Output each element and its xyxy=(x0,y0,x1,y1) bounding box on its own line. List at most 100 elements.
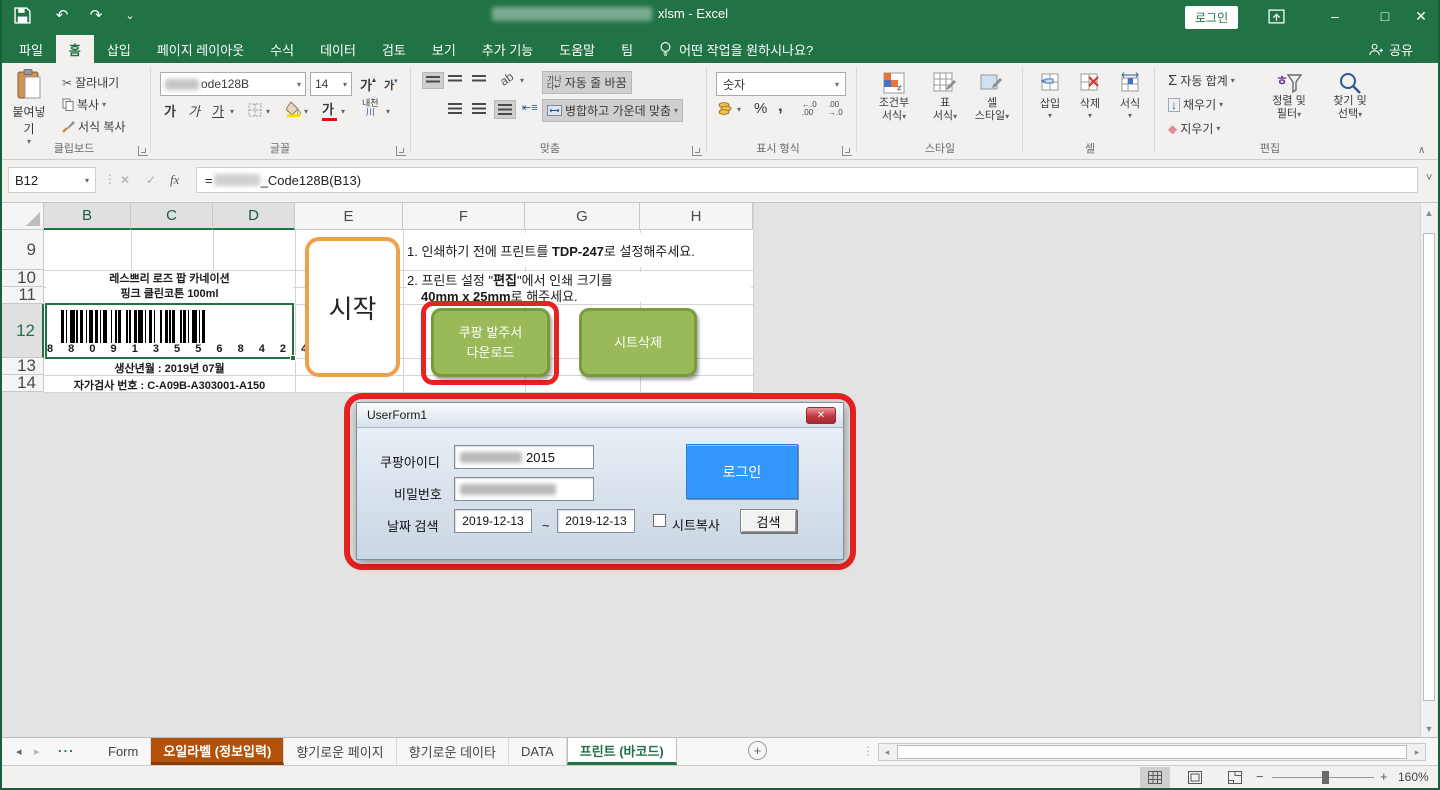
decrease-indent-button[interactable]: ⇤≡ xyxy=(522,101,538,114)
ribbon-display-options-icon[interactable] xyxy=(1268,8,1285,25)
zoom-out-button[interactable]: − xyxy=(1256,769,1264,784)
tab-home[interactable]: 홈 xyxy=(56,35,94,63)
shrink-font-button[interactable]: 가▾ xyxy=(384,77,398,93)
undo-button[interactable]: ↶ xyxy=(48,6,76,24)
sheet-tab-overflow[interactable]: ... xyxy=(58,740,75,755)
name-box-dropdown[interactable]: ▾ xyxy=(85,176,89,185)
zoom-level[interactable]: 160% xyxy=(1398,770,1429,784)
horizontal-scrollbar[interactable]: ◂ ▸ xyxy=(878,743,1426,761)
font-dialog-launcher[interactable] xyxy=(396,146,406,156)
zoom-slider-thumb[interactable] xyxy=(1322,771,1329,784)
column-header-E[interactable]: E xyxy=(295,203,403,230)
name-box[interactable]: B12 ▾ xyxy=(8,167,96,193)
wrap-text-button[interactable]: 가나다↵ 자동 줄 바꿈 xyxy=(542,71,632,94)
cell-inspection-no[interactable]: 자가검사 번호 : C-A09B-A303001-A150 xyxy=(46,376,293,391)
sort-filter-button[interactable]: ㅎ 정렬 및필터▾ xyxy=(1258,71,1320,121)
tab-review[interactable]: 검토 xyxy=(369,35,419,63)
tab-formulas[interactable]: 수식 xyxy=(257,35,307,63)
cell-barcode-selected[interactable]: 8 8 0 9 1 3 5 5 6 8 4 2 4 xyxy=(45,303,294,359)
accounting-format-icon[interactable] xyxy=(718,101,734,115)
vertical-scrollbar[interactable]: ▲ ▼ xyxy=(1420,203,1437,737)
horizontal-scroll-thumb[interactable] xyxy=(897,745,1407,759)
page-break-view-button[interactable] xyxy=(1220,767,1250,788)
zoom-in-button[interactable]: + xyxy=(1380,769,1388,784)
tab-scrollbar-splitter[interactable]: ⋮ xyxy=(862,744,874,758)
row-header-12[interactable]: 12 xyxy=(0,304,44,358)
decrease-decimal-button[interactable]: .00→.0 xyxy=(828,101,843,117)
tab-data[interactable]: 데이터 xyxy=(307,35,369,63)
number-dialog-launcher[interactable] xyxy=(842,146,852,156)
column-header-B[interactable]: B xyxy=(44,203,131,230)
tell-me-box[interactable]: 어떤 작업을 원하시나요? xyxy=(646,35,826,63)
clipboard-dialog-launcher[interactable] xyxy=(138,146,148,156)
formula-input[interactable]: = _Code128B(B13) xyxy=(196,167,1418,193)
grow-font-button[interactable]: 가▴ xyxy=(360,75,376,94)
column-header-F[interactable]: F xyxy=(403,203,525,230)
align-top-button[interactable] xyxy=(422,72,444,89)
userform-title-bar[interactable]: UserForm1 ✕ xyxy=(357,403,843,428)
coupang-download-button[interactable]: 쿠팡 발주서 다운로드 xyxy=(431,308,550,377)
select-all-corner[interactable] xyxy=(0,203,44,230)
maximize-button[interactable]: □ xyxy=(1368,8,1402,24)
userform-close-button[interactable]: ✕ xyxy=(806,407,836,424)
clear-button[interactable]: ◆ 지우기▾ xyxy=(1164,118,1224,139)
font-size-combo[interactable]: 14 ▾ xyxy=(310,72,352,96)
bold-button[interactable]: 가 xyxy=(164,101,176,120)
align-bottom-button[interactable] xyxy=(472,75,486,84)
column-header-G[interactable]: G xyxy=(525,203,640,230)
column-header-C[interactable]: C xyxy=(131,203,213,230)
tab-file[interactable]: 파일 xyxy=(6,35,56,63)
sheet-nav-right[interactable]: ▸ xyxy=(34,745,40,758)
row-header-14[interactable]: 14 xyxy=(0,375,44,392)
enter-formula-icon[interactable]: ✓ xyxy=(146,173,156,187)
column-header-D[interactable]: D xyxy=(213,203,295,230)
tab-help[interactable]: 도움말 xyxy=(546,35,608,63)
number-format-combo[interactable]: 숫자 ▾ xyxy=(716,72,846,96)
increase-decimal-button[interactable]: ←.0.00 xyxy=(802,101,817,117)
normal-view-button[interactable] xyxy=(1140,767,1170,788)
vertical-scroll-thumb[interactable] xyxy=(1423,233,1435,701)
fill-button[interactable]: ↓ 채우기▾ xyxy=(1164,94,1227,115)
minimize-button[interactable]: – xyxy=(1318,8,1352,24)
new-sheet-button[interactable]: + xyxy=(748,741,767,760)
phonetic-guide-button[interactable]: 내천川 xyxy=(362,99,379,117)
scroll-up-arrow[interactable]: ▲ xyxy=(1421,203,1437,218)
underline-dropdown[interactable]: ▾ xyxy=(230,107,234,116)
borders-icon[interactable] xyxy=(248,103,262,117)
cell-product-label[interactable]: 레스쁘리 로즈 팝 카네이션 핑크 클린코튼 100ml xyxy=(46,271,293,303)
redo-button[interactable]: ↷ xyxy=(82,6,110,24)
sheet-delete-button[interactable]: 시트삭제 xyxy=(579,308,697,377)
sheet-tab-print-barcode[interactable]: 프린트 (바코드) xyxy=(567,738,677,765)
format-as-table-button[interactable]: 표서식▾ xyxy=(924,71,966,123)
fill-handle[interactable] xyxy=(290,355,296,361)
hscroll-right-arrow[interactable]: ▸ xyxy=(1409,747,1425,758)
sheet-tab-form[interactable]: Form xyxy=(96,738,151,765)
password-input[interactable] xyxy=(454,477,594,501)
sheet-tab-fragrant-data[interactable]: 향기로운 데이타 xyxy=(397,738,509,765)
align-center-button[interactable] xyxy=(472,103,486,114)
start-shape-button[interactable]: 시작 xyxy=(305,237,400,377)
alignment-dialog-launcher[interactable] xyxy=(692,146,702,156)
date-to-input[interactable]: 2019-12-13 xyxy=(557,509,635,533)
account-login-button[interactable]: 로그인 xyxy=(1185,6,1238,29)
align-left-button[interactable] xyxy=(448,103,462,114)
cell-instruction-2[interactable]: 2. 프린트 설정 "편집"에서 인쇄 크기를 40mm x 25mm로 해주세… xyxy=(407,272,751,302)
insert-cells-button[interactable]: 삽입▾ xyxy=(1032,71,1068,120)
underline-button[interactable]: 가 xyxy=(212,101,224,120)
sheet-nav-left[interactable]: ◂ xyxy=(16,745,22,758)
format-painter-button[interactable]: 서식 복사 xyxy=(58,116,130,137)
formula-bar-splitter[interactable]: ⋮ xyxy=(104,172,116,186)
cell-prod-date[interactable]: 생산년월 : 2019년 07월 xyxy=(46,359,293,375)
tab-addins[interactable]: 추가 기능 xyxy=(469,35,546,63)
page-layout-view-button[interactable] xyxy=(1180,767,1210,788)
date-from-input[interactable]: 2019-12-13 xyxy=(454,509,532,533)
sheet-tab-data[interactable]: DATA xyxy=(509,738,567,765)
percent-style-button[interactable]: % xyxy=(754,100,767,117)
row-header-11[interactable]: 11 xyxy=(0,287,44,304)
tab-page-layout[interactable]: 페이지 레이아웃 xyxy=(144,35,257,63)
scroll-down-arrow[interactable]: ▼ xyxy=(1421,724,1437,734)
orientation-button[interactable]: ab xyxy=(497,69,516,88)
conditional-formatting-button[interactable]: ≠ 조건부서식▾ xyxy=(868,71,920,123)
sheet-tab-oil-label[interactable]: 오일라벨 (정보입력) xyxy=(151,738,284,765)
format-cells-button[interactable]: 서식▾ xyxy=(1112,71,1148,120)
